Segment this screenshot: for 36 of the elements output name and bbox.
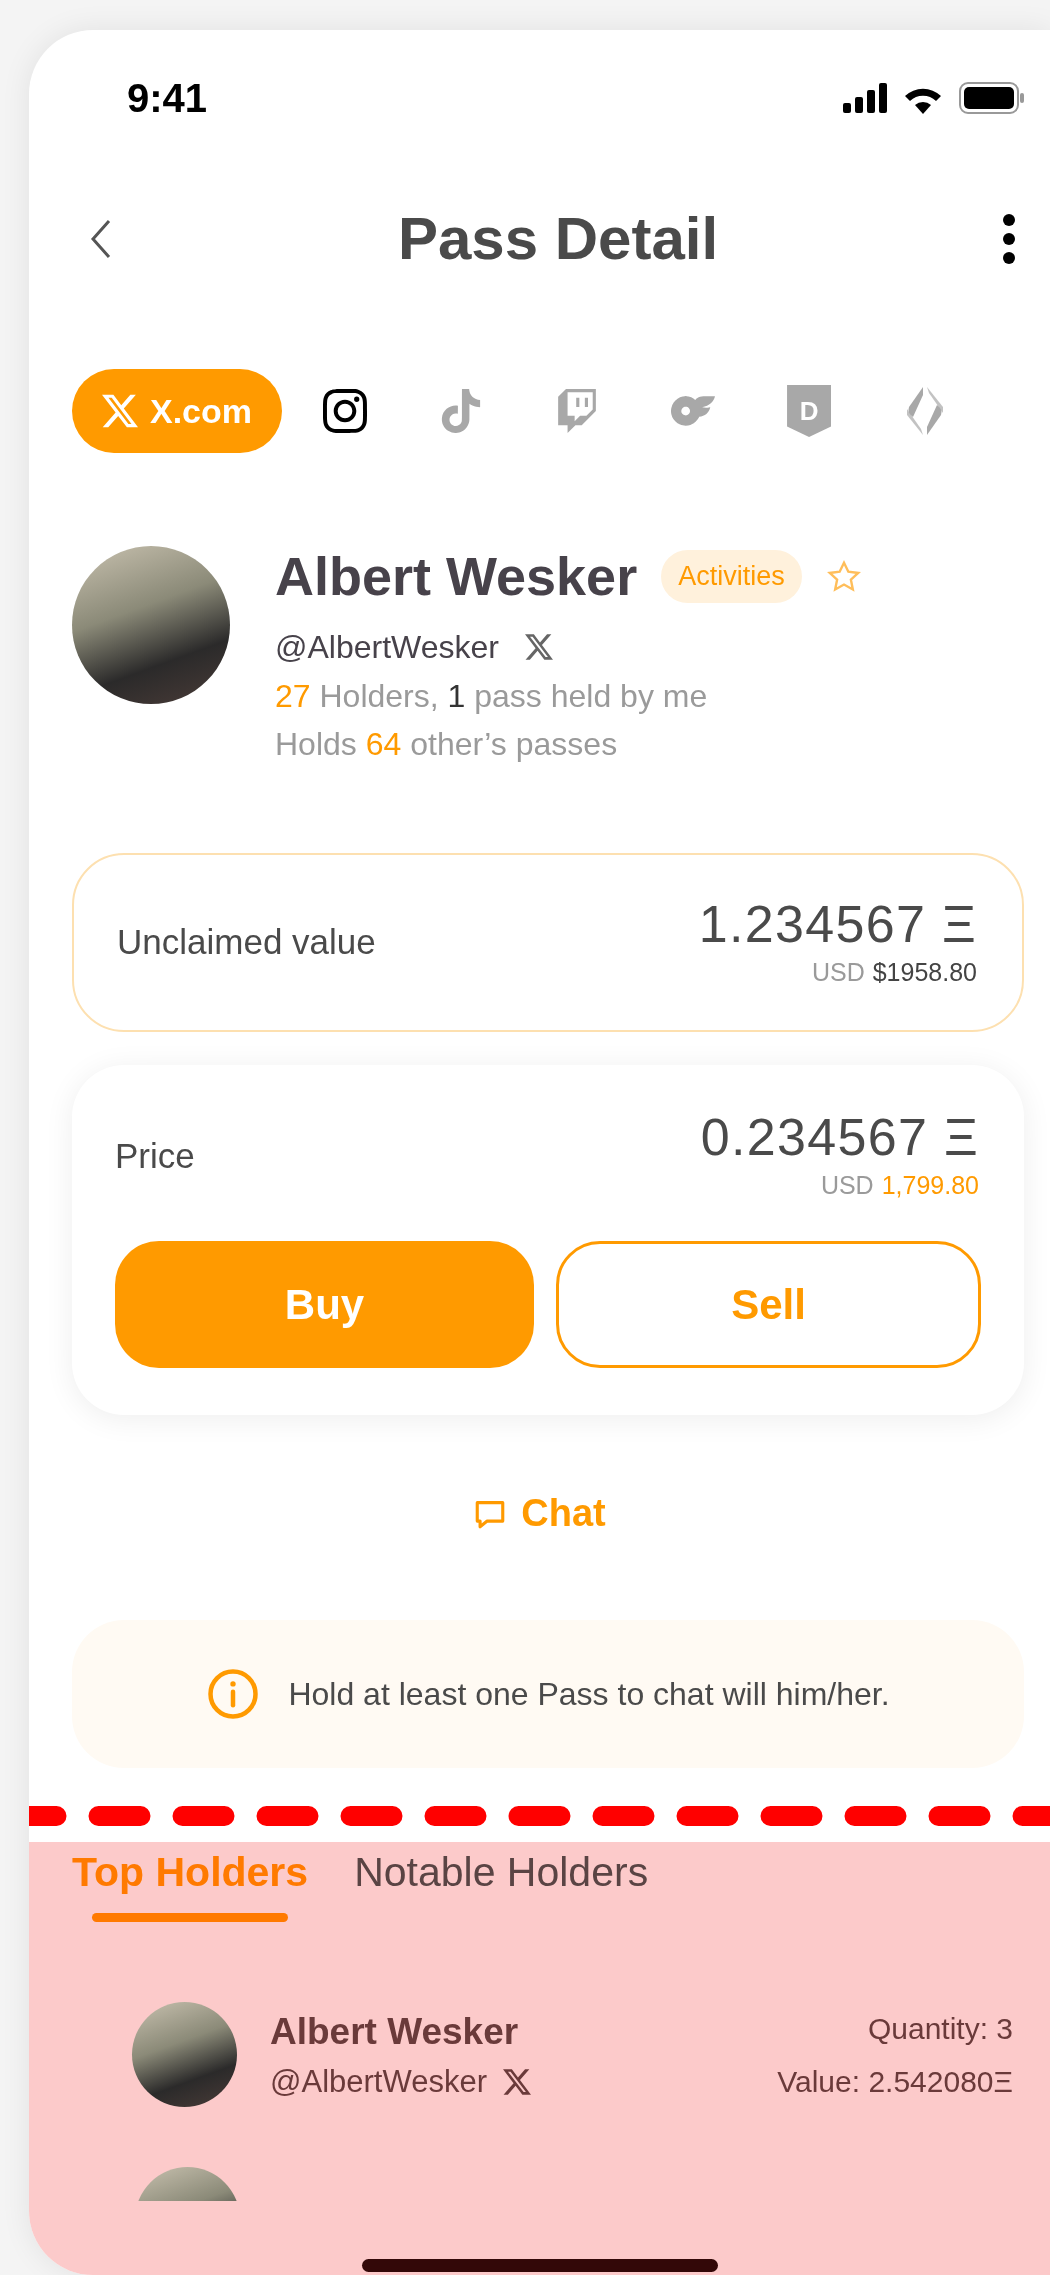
profile-handle: @AlbertWesker <box>275 628 499 667</box>
holder-tab[interactable]: Notable Holders <box>354 1844 649 1922</box>
currency-label: USD <box>820 1170 874 1201</box>
holder-quantity: Quantity: 3 <box>867 2010 1013 2047</box>
platform-tab[interactable]: X.com <box>72 369 283 453</box>
usd-amount: $1958.80 <box>872 956 977 988</box>
price-label: Price <box>115 1134 195 1177</box>
eth-amount: 0.234567 Ξ <box>700 1107 979 1167</box>
x-logo-icon <box>102 393 138 429</box>
chat-link[interactable]: Chat <box>473 1485 606 1542</box>
holder-name: Albert Wesker <box>270 2009 520 2054</box>
x-logo-icon <box>502 2068 531 2097</box>
signal-icon <box>843 83 887 113</box>
sell-button[interactable]: Sell <box>556 1240 981 1368</box>
holder-tab[interactable]: Top Holders <box>72 1844 309 1922</box>
holder-value: Value: 2.542080Ξ <box>777 2063 1013 2100</box>
battery-icon <box>959 82 1025 114</box>
buy-button[interactable]: Buy <box>115 1240 534 1368</box>
page-title: Pass Detail <box>397 204 719 274</box>
eth-amount: 1.234567 Ξ <box>698 893 977 954</box>
camera-logo-icon[interactable] <box>323 389 368 433</box>
currency-label: USD <box>811 956 865 988</box>
profile-stats: 27 Holders, 1 pass held by me <box>275 677 709 716</box>
shield-badge-icon[interactable]: D <box>787 385 832 437</box>
back-chevron-icon[interactable] <box>89 219 113 259</box>
status-time: 9:41 <box>127 75 208 122</box>
usd-amount: 1,799.80 <box>881 1170 979 1201</box>
info-icon <box>206 1667 261 1721</box>
notice-text: Hold at least one Pass to chat will him/her. <box>288 1675 890 1714</box>
profile-name: Albert Wesker <box>275 545 638 608</box>
more-options-icon[interactable] <box>1003 214 1015 264</box>
unclaimed-label: Unclaimed value <box>117 921 376 964</box>
profile-stats: Holds 64 other’s passes <box>275 725 619 764</box>
holder-handle: @AlbertWesker <box>270 2063 487 2101</box>
activities-badge[interactable]: Activities <box>661 550 802 603</box>
x-logo-icon <box>524 633 553 661</box>
